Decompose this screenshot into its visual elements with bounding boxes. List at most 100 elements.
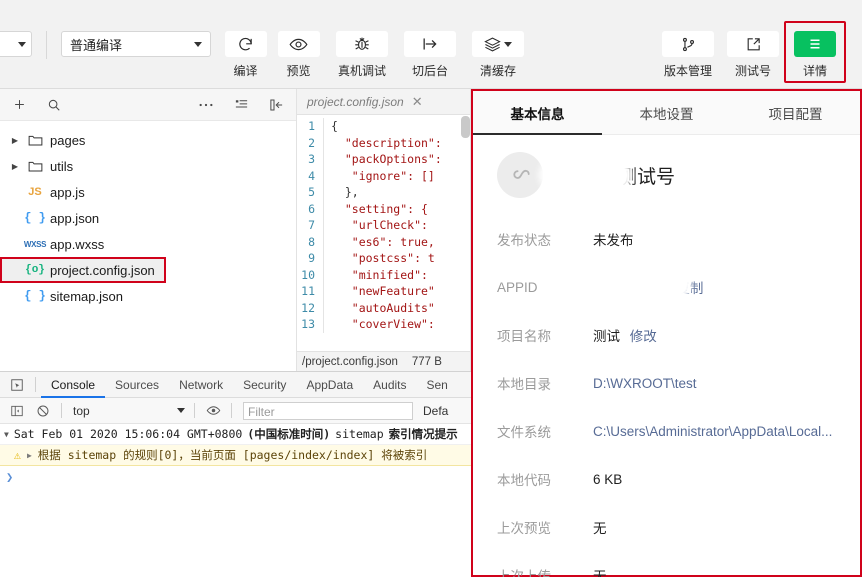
line-text: "urlCheck": bbox=[331, 218, 428, 232]
line-number: 13 bbox=[301, 317, 315, 331]
detail-label: 文件系统 bbox=[497, 425, 551, 440]
detail-button[interactable]: 详情 bbox=[790, 25, 840, 79]
file-tree-item-app-js[interactable]: JS app.js bbox=[0, 179, 296, 205]
line-number: 8 bbox=[308, 234, 315, 249]
detail-label: 上次预览 bbox=[497, 521, 551, 536]
sort-icon[interactable] bbox=[234, 98, 249, 111]
line-number: 11 bbox=[301, 284, 315, 298]
tab-local-settings[interactable]: 本地设置 bbox=[602, 91, 731, 134]
test-account-label: 测试号 bbox=[734, 64, 771, 78]
line-number: 10 bbox=[301, 267, 315, 282]
chevron-down-icon bbox=[177, 408, 185, 413]
detail-value-wrapper: 034c6 修改 复制 bbox=[587, 273, 703, 297]
editor-line: 12 "autoAudits" bbox=[297, 299, 470, 316]
tab-basic-info[interactable]: 基本信息 bbox=[473, 91, 602, 135]
account-select[interactable] bbox=[0, 31, 32, 57]
line-text: "minified": bbox=[331, 267, 428, 282]
console-input-prompt[interactable]: ❯ bbox=[0, 466, 471, 488]
remote-debug-button[interactable]: 真机调试 bbox=[334, 0, 390, 79]
file-tree-item-app-json[interactable]: { } app.json bbox=[0, 205, 296, 231]
console-level-select[interactable]: Defa bbox=[423, 404, 448, 418]
console-warning-row[interactable]: ⚠ ▶ 根据 sitemap 的规则[0]，当前页面 [pages/index/… bbox=[0, 445, 471, 466]
tab-sensor[interactable]: Sen bbox=[417, 372, 458, 398]
chevron-down-icon bbox=[504, 41, 512, 47]
layers-icon bbox=[472, 31, 524, 57]
eye-icon bbox=[277, 31, 320, 57]
editor-tab-project-config-json[interactable]: project.config.json ✕ bbox=[307, 94, 423, 110]
line-text: "autoAudits" bbox=[331, 300, 435, 315]
detail-value: 测试 bbox=[593, 329, 620, 344]
more-icon[interactable] bbox=[198, 102, 214, 108]
file-tree-item-sitemap-json[interactable]: { } sitemap.json bbox=[0, 283, 296, 309]
console-divider-2 bbox=[194, 403, 195, 418]
line-text: { bbox=[331, 119, 338, 133]
inspect-element-icon[interactable] bbox=[4, 378, 30, 392]
console-group-row[interactable]: ▼ Sat Feb 01 2020 15:06:04 GMT+0800 (中国标… bbox=[0, 424, 471, 445]
refresh-icon bbox=[224, 31, 267, 57]
search-icon[interactable] bbox=[47, 98, 61, 112]
console-warning-text: 根据 sitemap 的规则[0]，当前页面 [pages/index/inde… bbox=[37, 448, 428, 462]
tab-project-config[interactable]: 项目配置 bbox=[731, 91, 860, 134]
clear-cache-button[interactable]: 清缓存 bbox=[470, 0, 526, 79]
line-text: }, bbox=[331, 185, 359, 199]
detail-label: 本地目录 bbox=[497, 377, 551, 392]
compile-mode-value: 普通编译 bbox=[70, 37, 123, 53]
detail-row-project-name: 项目名称 测试 修改 bbox=[473, 311, 860, 359]
compile-button[interactable]: 编译 bbox=[222, 0, 269, 79]
eye-icon[interactable] bbox=[200, 403, 226, 418]
console-sidebar-icon[interactable] bbox=[4, 404, 30, 418]
file-tree-item-utils[interactable]: ▶ utils bbox=[0, 153, 296, 179]
line-number: 9 bbox=[308, 251, 315, 265]
editor-line: 4 "ignore": [] bbox=[297, 167, 470, 184]
tab-audits[interactable]: Audits bbox=[363, 372, 416, 398]
file-tree-item-pages[interactable]: ▶ pages bbox=[0, 127, 296, 153]
console-context-select[interactable]: top bbox=[69, 401, 189, 420]
detail-row-local-dir: 本地目录 D:\WXROOT\test bbox=[473, 359, 860, 407]
chevron-down-icon: ▼ bbox=[4, 429, 9, 439]
background-switch-button[interactable]: 切后台 bbox=[402, 0, 458, 79]
clear-cache-label: 清缓存 bbox=[479, 64, 516, 78]
editor-line: 6 "setting": { bbox=[297, 200, 470, 217]
git-branch-icon bbox=[662, 31, 714, 57]
version-control-button[interactable]: 版本管理 bbox=[660, 0, 716, 79]
editor-tab-label: project.config.json bbox=[307, 94, 404, 109]
file-tree-item-project-config-json[interactable]: {o} project.config.json bbox=[0, 257, 166, 283]
chevron-right-icon: ▶ bbox=[26, 450, 32, 460]
editor-line: 7 "urlCheck": bbox=[297, 217, 470, 234]
compile-mode-select[interactable]: 普通编译 bbox=[61, 31, 211, 57]
collapse-panel-icon[interactable] bbox=[269, 98, 284, 112]
editor-line: 5 }, bbox=[297, 184, 470, 201]
console-divider-1 bbox=[61, 403, 62, 418]
detail-value[interactable]: C:\Users\Administrator\AppData\Local... bbox=[593, 424, 832, 439]
line-text: "packOptions": bbox=[331, 152, 442, 166]
tab-console[interactable]: Console bbox=[41, 372, 105, 398]
remote-debug-label: 真机调试 bbox=[337, 64, 386, 78]
file-tree-item-label: app.js bbox=[50, 184, 85, 200]
console-filter-input[interactable]: Filter bbox=[243, 401, 413, 420]
tab-appdata[interactable]: AppData bbox=[296, 372, 363, 398]
tab-sources[interactable]: Sources bbox=[105, 372, 169, 398]
devtools-divider bbox=[35, 377, 36, 392]
close-icon[interactable]: ✕ bbox=[412, 94, 423, 110]
tab-security[interactable]: Security bbox=[233, 372, 296, 398]
detail-value: 未发布 bbox=[593, 233, 634, 248]
json-icon: { } bbox=[24, 211, 46, 225]
editor-line: 8 "es6": true, bbox=[297, 233, 470, 250]
clear-console-icon[interactable] bbox=[30, 404, 56, 418]
version-control-label: 版本管理 bbox=[663, 64, 712, 78]
detail-value[interactable]: D:\WXROOT\test bbox=[593, 376, 697, 391]
wechat-devtools-window: 普通编译 编译 预览 真机调试 切后台 清缓存 版本管理 测试号 详情 ▶ pa… bbox=[0, 0, 862, 577]
toolbar-action-group: 编译 预览 真机调试 切后台 清缓存 bbox=[219, 0, 529, 79]
preview-button[interactable]: 预览 bbox=[275, 0, 322, 79]
project-name-edit-link[interactable]: 修改 bbox=[630, 329, 657, 344]
file-tree-item-app-wxss[interactable]: WXSS app.wxss bbox=[0, 231, 296, 257]
test-account-button[interactable]: 测试号 bbox=[725, 0, 781, 79]
plus-icon[interactable] bbox=[12, 97, 27, 112]
line-text: "coverView": bbox=[331, 317, 435, 331]
tab-network[interactable]: Network bbox=[169, 372, 233, 398]
file-tree: ▶ pages ▶ utils JS app.js { } app.json W… bbox=[0, 121, 296, 309]
external-link-icon bbox=[727, 31, 779, 57]
file-explorer-panel: ▶ pages ▶ utils JS app.js { } app.json W… bbox=[0, 89, 297, 371]
editor-code-area[interactable]: 1{ 2 "description": 3 "packOptions": 4 "… bbox=[297, 115, 470, 333]
line-text: "setting": { bbox=[331, 201, 428, 216]
